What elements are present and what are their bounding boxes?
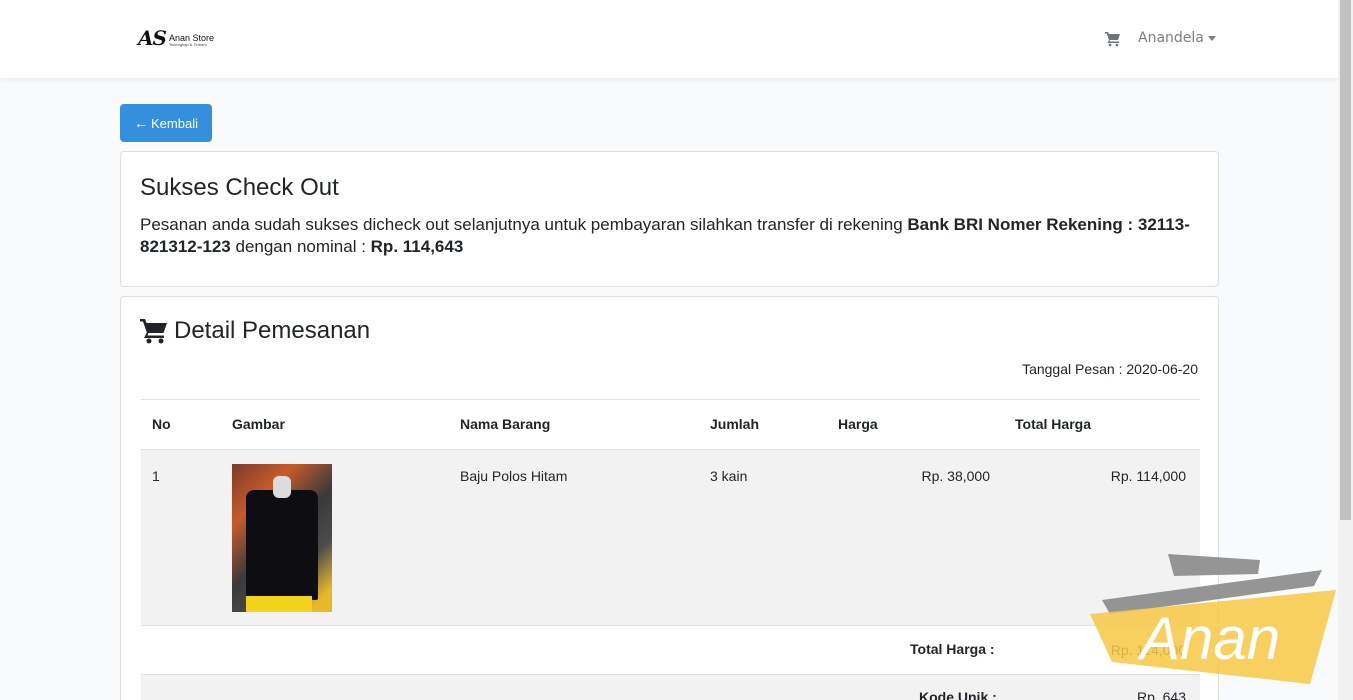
table-top-border	[141, 399, 1200, 400]
order-detail-card: Detail Pemesanan Tanggal Pesan : 2020-06…	[120, 296, 1219, 700]
column-header-total-price: Total Harga	[1015, 416, 1091, 432]
success-message-text: Pesanan anda sudah sukses dicheck out se…	[140, 215, 908, 234]
column-header-item-name: Nama Barang	[460, 416, 551, 432]
column-header-no: No	[152, 416, 171, 432]
unique-code-label: Kode Unik :	[919, 689, 997, 700]
nominal-amount: Rp. 114,643	[370, 237, 464, 256]
row-price: Rp. 38,000	[921, 468, 991, 484]
user-name: Anandela	[1138, 30, 1204, 46]
success-message: Pesanan anda sudah sukses dicheck out se…	[140, 214, 1200, 258]
total-value: Rp. 114,000	[1110, 642, 1186, 658]
total-label: Total Harga :	[910, 641, 995, 657]
success-title: Sukses Check Out	[140, 174, 339, 201]
product-image	[232, 464, 332, 612]
detail-heading: Detail Pemesanan	[140, 317, 370, 345]
column-header-quantity: Jumlah	[710, 416, 760, 432]
brand-text: Anan Store Terlengkap & Terbaru	[169, 34, 214, 47]
back-button[interactable]: ← Kembali	[120, 104, 212, 142]
unique-code-value: Rp. 643	[1136, 689, 1186, 700]
shirt-shape	[246, 490, 318, 600]
cart-icon	[140, 319, 167, 344]
row-border	[141, 625, 1200, 626]
nominal-prefix: dengan nominal :	[230, 237, 371, 256]
success-card: Sukses Check Out Pesanan anda sudah suks…	[120, 151, 1219, 287]
background-bag	[246, 596, 312, 612]
chevron-down-icon	[1207, 35, 1216, 41]
column-header-price: Harga	[838, 416, 878, 432]
row-no: 1	[152, 468, 160, 484]
mannequin-neck	[273, 476, 291, 498]
back-button-label: Kembali	[151, 115, 198, 131]
user-dropdown[interactable]: Anandela	[1138, 30, 1216, 46]
cart-icon[interactable]	[1105, 31, 1121, 47]
detail-title: Detail Pemesanan	[174, 317, 371, 344]
arrow-left-icon: ←	[134, 115, 149, 131]
row-item-name: Baju Polos Hitam	[460, 468, 568, 484]
row-total: Rp. 114,000	[1110, 468, 1186, 484]
column-header-image: Gambar	[232, 416, 285, 432]
row-quantity: 3 kain	[710, 468, 748, 484]
brand-logo[interactable]: AS Anan Store Terlengkap & Terbaru	[138, 26, 214, 50]
brand-tagline: Terlengkap & Terbaru	[168, 42, 207, 47]
table-row	[141, 675, 1200, 700]
top-navbar: AS Anan Store Terlengkap & Terbaru Anand…	[0, 0, 1338, 78]
brand-mark: AS	[138, 26, 167, 50]
order-date: Tanggal Pesan : 2020-06-20	[1022, 361, 1198, 377]
scrollbar-thumb[interactable]	[1340, 0, 1351, 520]
